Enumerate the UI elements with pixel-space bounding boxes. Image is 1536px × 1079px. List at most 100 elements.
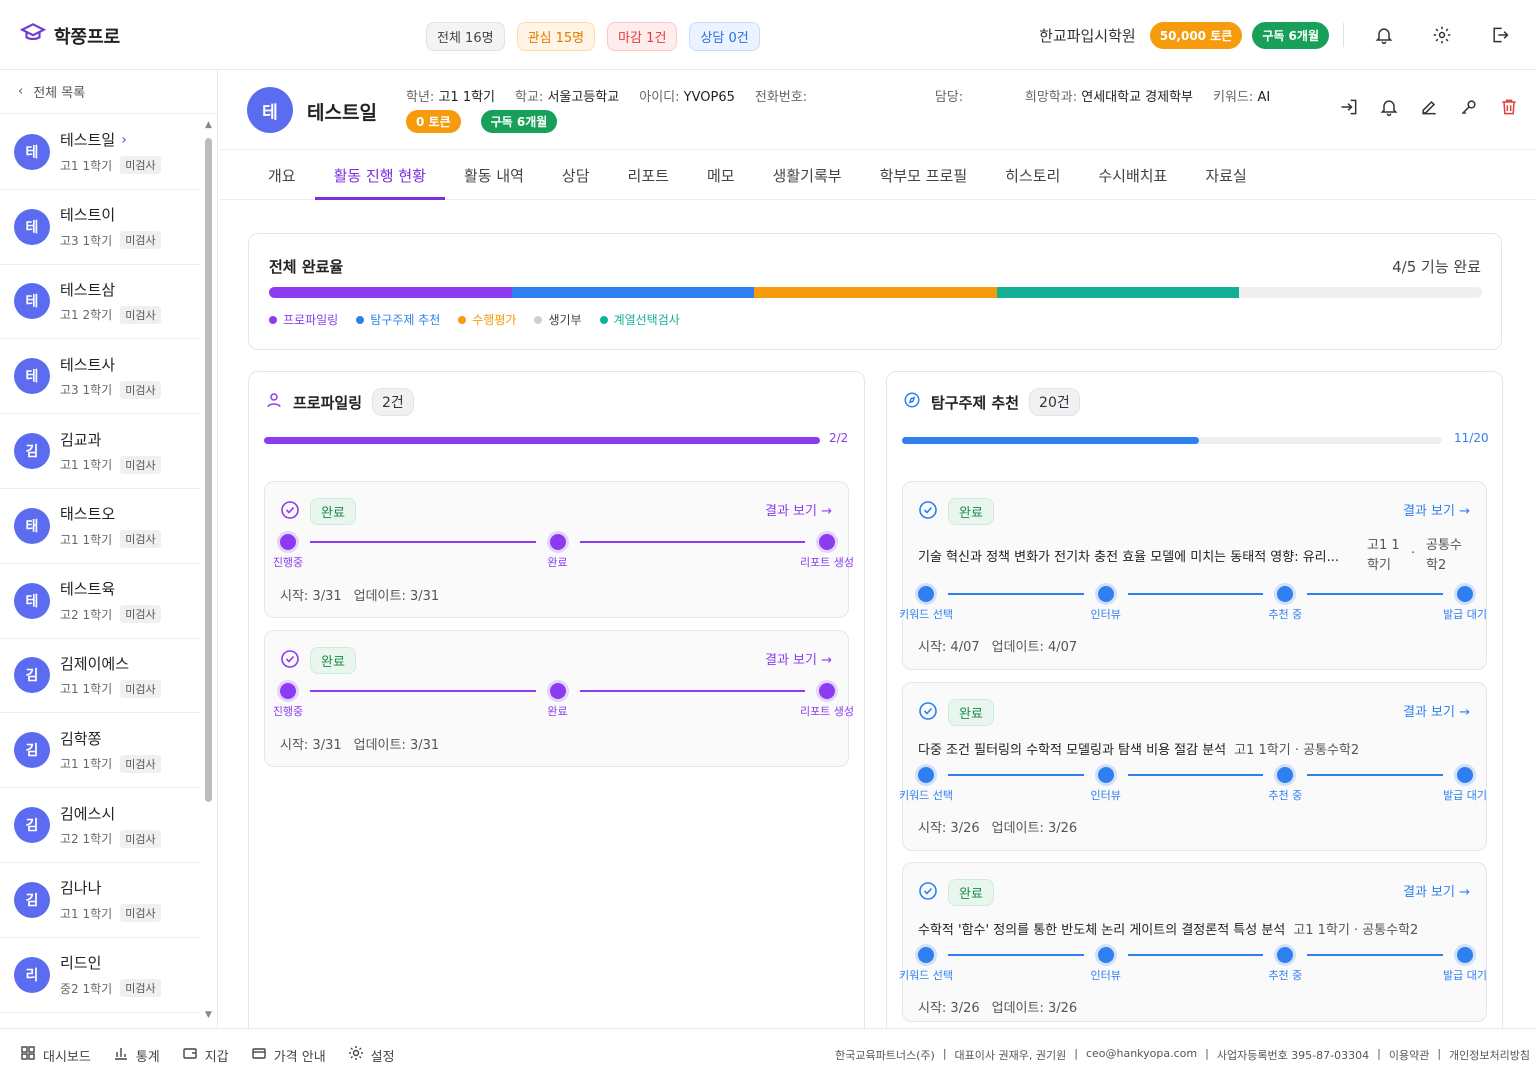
view-result-link[interactable]: 결과 보기 → <box>765 500 832 519</box>
legend-dot <box>534 315 543 324</box>
student-name: 테스트이 <box>60 206 116 225</box>
step-line <box>1127 954 1264 956</box>
check-circle-icon <box>918 881 938 905</box>
tab-1[interactable]: 활동 진행 현황 <box>314 150 446 200</box>
legend-label: 탐구주제 추천 <box>370 313 441 327</box>
nav-dashboard[interactable]: 대시보드 <box>20 1045 91 1065</box>
student-item[interactable]: 테 테스트사 고3 1학기 미검사 <box>0 339 200 415</box>
dept-value: 연세대학교 경제학부 <box>1081 90 1194 105</box>
nav-wallet[interactable]: 지갑 <box>182 1045 229 1065</box>
topics-card: 탐구주제 추천 20건 11/20 완료 결과 보기 → 기술 혁신과 정책 변화가… <box>886 371 1503 1051</box>
view-result-link[interactable]: 결과 보기 → <box>765 649 832 668</box>
logout-icon[interactable] <box>1482 18 1518 52</box>
dept-label: 희망학과: <box>1024 90 1078 105</box>
footer-nav: 대시보드 통계 지갑 가격 안내 설정 <box>20 1045 395 1065</box>
topic-sep: · <box>1411 546 1416 561</box>
view-result-link[interactable]: 결과 보기 → <box>1403 500 1470 519</box>
student-name: 테스트일 <box>60 131 116 150</box>
avatar: 테 <box>14 133 50 170</box>
overall-segment <box>511 287 755 298</box>
sidebar-scrollbar[interactable]: ▲ ▼ <box>204 120 213 1020</box>
student-item[interactable]: 테 테스트일 › 고1 1학기 미검사 <box>0 115 200 190</box>
tab-6[interactable]: 생활기록부 <box>754 150 861 200</box>
view-result-link[interactable]: 결과 보기 → <box>1403 881 1470 900</box>
back-to-list[interactable]: ‹ 전체 목록 <box>0 70 217 114</box>
grade-label: 학년: <box>406 90 435 105</box>
tab-2[interactable]: 활동 내역 <box>445 150 543 200</box>
status-tag: 미검사 <box>120 156 161 175</box>
scroll-thumb[interactable] <box>205 138 212 802</box>
status-tag: 미검사 <box>120 305 161 324</box>
footer-info-item[interactable]: 개인정보처리방침 <box>1449 1047 1530 1063</box>
footer-info-item: | <box>1437 1047 1442 1060</box>
step-dot <box>1277 586 1294 602</box>
pill-consult[interactable]: 상담 0건 <box>689 22 760 51</box>
scroll-down-icon[interactable]: ▼ <box>205 1010 212 1020</box>
check-circle-icon <box>280 500 300 524</box>
student-item[interactable]: 테 테스트이 고3 1학기 미검사 <box>0 190 200 265</box>
tab-7[interactable]: 학부모 프로필 <box>861 150 987 200</box>
avatar: 테 <box>14 582 50 619</box>
footer-info-item[interactable]: 이용약관 <box>1389 1047 1429 1063</box>
tab-8[interactable]: 히스토리 <box>986 150 1079 200</box>
student-name-row: 테스트사 <box>60 354 161 375</box>
topic-grade-line2: 학기 <box>1367 558 1391 573</box>
graduation-cap-icon <box>19 20 47 51</box>
student-name: 테스트일 <box>307 102 377 124</box>
tab-0[interactable]: 개요 <box>249 150 315 200</box>
tab-3[interactable]: 상담 <box>543 150 609 200</box>
student-item[interactable]: 김 김에스시 고2 1학기 미검사 <box>0 788 200 863</box>
item-header: 완료 <box>918 699 994 726</box>
back-label: 전체 목록 <box>33 86 86 101</box>
tab-10[interactable]: 자료실 <box>1186 150 1265 200</box>
tab-5[interactable]: 메모 <box>688 150 754 200</box>
nav-pricing[interactable]: 가격 안내 <box>251 1045 326 1065</box>
student-grade: 고1 1학기 <box>60 682 113 697</box>
student-item[interactable]: 김 김나나 고1 1학기 미검사 <box>0 863 200 938</box>
status-badge: 완료 <box>948 699 994 726</box>
step-dot <box>1097 767 1114 783</box>
step-line <box>948 954 1084 956</box>
legend-dot <box>269 315 277 324</box>
nav-wallet-label: 지갑 <box>204 1049 229 1065</box>
student-name-row: 김제이에스 <box>60 653 161 674</box>
gear-icon[interactable] <box>1424 18 1460 52</box>
nav-stats[interactable]: 통계 <box>113 1045 160 1065</box>
subscription-badge[interactable]: 구독 6개월 <box>1252 21 1329 49</box>
student-item[interactable]: 김 김교과 고1 1학기 미검사 <box>0 414 200 489</box>
token-badge[interactable]: 50,000 토큰 <box>1149 21 1243 49</box>
student-item[interactable]: 김 김제이에스 고1 1학기 미검사 <box>0 639 200 714</box>
key-icon[interactable] <box>1456 94 1482 120</box>
topic-title: 다중 조건 필터링의 수학적 모델링과 탐색 비용 절감 분석 고1 1학기 · … <box>918 739 1359 758</box>
bell-icon[interactable] <box>1366 18 1402 52</box>
app-logo[interactable]: 학쫑프로 <box>19 20 120 51</box>
login-as-icon[interactable] <box>1336 94 1362 120</box>
student-item[interactable]: 태 태스트오 고1 1학기 미검사 <box>0 489 200 564</box>
student-item[interactable]: 리 리드인 중2 1학기 미검사 <box>0 938 200 1013</box>
nav-pricing-label: 가격 안내 <box>273 1049 326 1065</box>
tab-4[interactable]: 리포트 <box>609 150 688 200</box>
tab-9[interactable]: 수시배치표 <box>1079 150 1186 200</box>
student-item[interactable]: 김 김학쫑 고1 1학기 미검사 <box>0 713 200 789</box>
profiling-item: 완료 결과 보기 → 진행중 완료 리포트 생성 시작: 3/31 업데이트: 3/31 <box>264 481 854 618</box>
student-item[interactable]: 테 테스트육 고2 1학기 미검사 <box>0 564 200 639</box>
step-line <box>1307 954 1443 956</box>
pill-deadline[interactable]: 마감 1건 <box>607 22 678 51</box>
footer-info-item: | <box>1377 1047 1381 1060</box>
chevron-right-icon: › <box>121 131 127 148</box>
nav-settings[interactable]: 설정 <box>348 1045 395 1065</box>
student-grade: 고2 1학기 <box>60 832 113 847</box>
trash-icon[interactable] <box>1496 94 1522 120</box>
scroll-up-icon[interactable]: ▲ <box>205 120 212 130</box>
avatar: 김 <box>14 657 50 694</box>
student-item[interactable]: 테 테스트삼 고1 2학기 미검사 <box>0 265 200 340</box>
student-name-row: 리드인 <box>60 952 161 973</box>
notify-bell-icon[interactable] <box>1376 94 1402 120</box>
start-date: 시작: 3/26 <box>918 1001 980 1016</box>
pill-total[interactable]: 전체 16명 <box>426 22 505 51</box>
pill-interest[interactable]: 관심 15명 <box>516 22 596 51</box>
profile-actions <box>1336 94 1522 120</box>
view-result-link[interactable]: 결과 보기 → <box>1403 701 1470 720</box>
topic-subject: 공통수 학2 <box>1426 536 1462 576</box>
edit-icon[interactable] <box>1416 94 1442 120</box>
